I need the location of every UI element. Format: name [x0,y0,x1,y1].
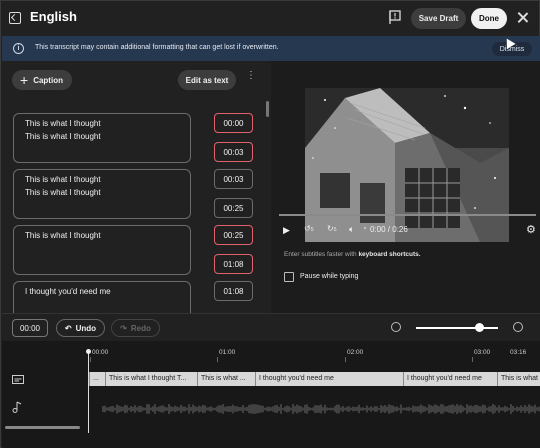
ruler-label: 03:16 [510,349,527,356]
add-caption-button[interactable]: + Caption [12,70,72,90]
captions-track-icon [12,375,24,384]
caption-text-box[interactable]: This is what I thought This is what I th… [13,113,191,163]
timeline-horizontal-scrollbar[interactable] [5,426,80,429]
caption-line: This is what I thought [25,188,101,197]
banner-message: This transcript may contain additional f… [35,44,279,51]
cue-start-time[interactable]: 00:03 [214,169,253,189]
done-button[interactable]: Done [471,8,507,29]
cue-end-time[interactable]: 00:03 [214,142,253,162]
video-time-readout: 0:00 / 0:26 [370,225,408,234]
forward-5-icon[interactable]: ↻5 [327,224,336,233]
ruler-tick-mark [472,357,473,362]
caption-track[interactable]: ... This is what I thought T... This is … [89,372,540,386]
caption-text-box[interactable]: This is what I thought [13,225,191,275]
video-frame[interactable] [305,88,509,242]
video-seek-bar[interactable] [279,214,536,216]
edit-as-text-button[interactable]: Edit as text [178,70,236,90]
rewind-5-icon[interactable]: ↺5 [304,224,313,233]
ruler-tick-mark [345,357,346,362]
caption-list-panel: + Caption Edit as text ⋮ This is what I … [2,61,271,321]
undo-icon: ↶ [64,323,72,333]
save-draft-button[interactable]: Save Draft [411,8,466,29]
info-icon: i [13,43,24,54]
ruler-tick-mark [90,357,91,362]
house-video-image [305,88,509,242]
zoom-in-icon[interactable] [513,322,523,332]
cue-end-time[interactable]: 01:08 [214,254,253,274]
rewind-seconds: 5 [310,227,314,233]
caption-line: I thought you'd need me [25,287,111,296]
timeline[interactable]: 00:00 01:00 02:00 03:00 03:16 ... This i… [2,341,540,448]
header: English Save Draft Done [1,1,540,36]
cue-start-time[interactable]: 00:00 [214,113,253,133]
cue-start-time[interactable]: 01:08 [214,281,253,301]
caption-line: This is what I thought [25,132,101,141]
video-panel: ▶ ↺5 ↻5 🔈︎ 0:00 / 0:26 ⚙ Enter subtitles… [271,61,540,313]
shortcuts-hint: Enter subtitles faster with keyboard sho… [284,251,421,258]
caption-segment[interactable]: This is what ... [497,372,540,386]
caption-line: This is what I thought [25,175,101,184]
settings-gear-icon[interactable]: ⚙ [526,223,536,236]
caption-segment[interactable]: ... [89,372,105,386]
caption-segment[interactable]: I thought you'd need me [255,372,403,386]
pause-while-typing-label: Pause while typing [300,273,359,280]
caption-line: This is what I thought [25,231,101,240]
cue-start-time[interactable]: 00:25 [214,225,253,245]
caption-segment[interactable]: This is what ... [197,372,255,386]
audio-track-icon [12,401,22,413]
cue-end-time[interactable]: 00:25 [214,198,253,218]
zoom-out-icon[interactable] [391,322,401,332]
volume-icon[interactable]: 🔈︎ [349,224,354,235]
back-icon[interactable] [9,12,21,24]
keyboard-shortcuts-link[interactable]: keyboard shortcuts. [358,251,420,258]
undo-label: Undo [75,323,97,333]
undo-button[interactable]: ↶ Undo [56,319,105,337]
caption-text-box[interactable]: This is what I thought This is what I th… [13,169,191,219]
feedback-flag-icon[interactable] [389,10,401,24]
redo-label: Redo [130,323,151,333]
timeline-toolbar: 00:00 ↶ Undo ↷ Redo [2,313,540,341]
current-time-field[interactable]: 00:00 [12,319,48,337]
ruler-label: 01:00 [219,349,236,356]
caption-segment[interactable]: I thought you'd need me [403,372,497,386]
caption-segment[interactable]: This is what I thought T... [105,372,197,386]
hint-text: Enter subtitles faster with [284,251,357,258]
ruler-label: 00:00 [92,349,109,356]
pause-while-typing-checkbox[interactable] [284,272,294,282]
caption-list-scrollbar[interactable] [266,101,269,117]
zoom-slider-thumb[interactable] [475,323,484,332]
info-banner: i This transcript may contain additional… [2,36,540,61]
plus-icon: + [20,72,29,88]
ruler-label: 03:00 [474,349,491,356]
ruler-label: 02:00 [347,349,364,356]
caption-editor-window: English Save Draft Done i This transcrip… [0,0,540,448]
playhead[interactable] [88,351,89,433]
play-icon[interactable]: ▶ [283,225,290,236]
ruler-tick-mark [217,357,218,362]
close-icon[interactable] [516,11,529,24]
more-options-icon[interactable]: ⋮ [246,71,256,86]
add-caption-label: Caption [33,75,63,85]
playhead-handle[interactable] [86,349,91,354]
redo-button[interactable]: ↷ Redo [111,319,160,337]
zoom-slider[interactable] [416,327,498,329]
redo-icon: ↷ [120,323,127,333]
page-title: English [30,9,77,24]
caption-line: This is what I thought [25,119,101,128]
audio-waveform [102,404,540,414]
forward-seconds: 5 [333,227,337,233]
